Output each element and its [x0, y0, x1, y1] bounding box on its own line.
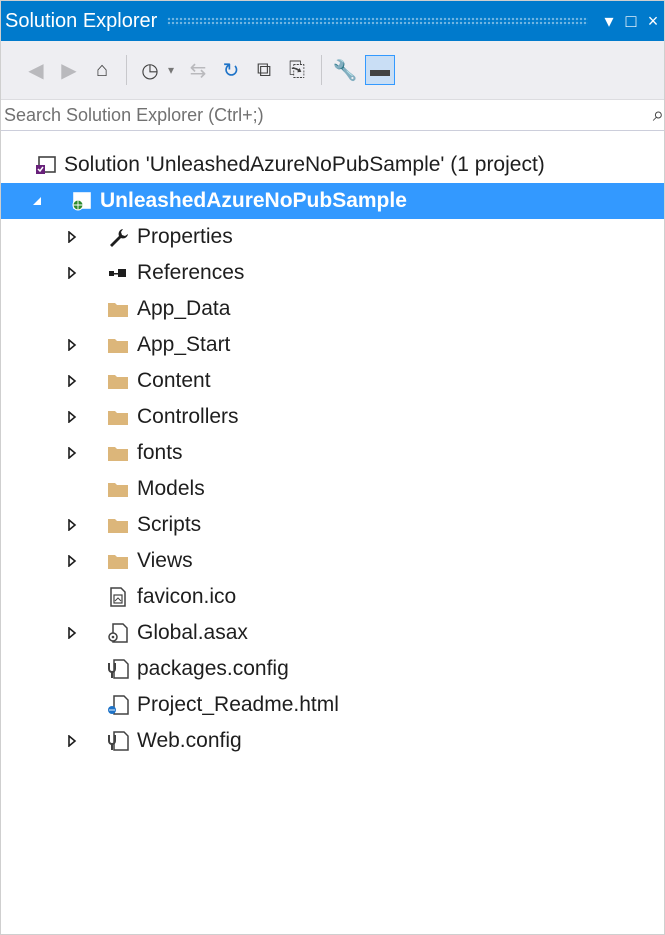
folder-icon: [107, 299, 129, 319]
collapsed-arrow-icon[interactable]: [65, 363, 79, 399]
tree-item-label: References: [137, 261, 245, 284]
folder-icon: [107, 371, 129, 391]
properties-wrench-icon[interactable]: 🔧: [332, 54, 358, 86]
tree-item-label: packages.config: [137, 657, 289, 680]
filter-dropdown-icon[interactable]: ▾: [164, 54, 178, 86]
refresh-icon[interactable]: ↻: [218, 54, 244, 86]
expanded-arrow-icon[interactable]: [30, 183, 44, 219]
tree-item-label: Scripts: [137, 513, 202, 536]
folder-icon: [107, 551, 129, 571]
solution-explorer-window: Solution Explorer ▾ □ × ◀▶⌂◷▾⇆↻⧉⎘🔧▬ ⌕ So…: [0, 0, 665, 935]
tree-item[interactable]: Models: [1, 471, 664, 507]
collapsed-arrow-icon[interactable]: [65, 255, 79, 291]
tree-item[interactable]: packages.config: [1, 651, 664, 687]
toolbar-separator: [321, 55, 322, 85]
tree-item-label: Properties: [137, 225, 233, 248]
tree-item[interactable]: Project_Readme.html: [1, 687, 664, 723]
toolbar-separator: [126, 55, 127, 85]
tree-item[interactable]: favicon.ico: [1, 579, 664, 615]
folder-icon: [107, 515, 129, 535]
tree-item-label: Controllers: [137, 405, 239, 428]
home-icon[interactable]: ⌂: [89, 54, 115, 86]
tree-item-label: App_Data: [137, 297, 231, 320]
tree-item-label: App_Start: [137, 333, 231, 356]
tree-item-label: UnleashedAzureNoPubSample: [100, 189, 407, 212]
collapsed-arrow-icon[interactable]: [65, 435, 79, 471]
tree-item[interactable]: App_Data: [1, 291, 664, 327]
forward-icon[interactable]: ▶: [56, 54, 82, 86]
collapsed-arrow-icon[interactable]: [65, 615, 79, 651]
search-input[interactable]: [4, 104, 628, 126]
maximize-icon[interactable]: □: [620, 1, 642, 41]
web-project-icon: [70, 191, 92, 211]
tree-item-label: fonts: [137, 441, 183, 464]
collapsed-arrow-icon[interactable]: [65, 723, 79, 759]
asax-file-icon: [107, 623, 129, 643]
project-node[interactable]: UnleashedAzureNoPubSample: [1, 183, 664, 219]
tree-item-label: Views: [137, 549, 193, 572]
tree-item[interactable]: References: [1, 255, 664, 291]
folder-icon: [107, 335, 129, 355]
preview-selected-items-icon[interactable]: ▬: [365, 55, 395, 85]
tree-item[interactable]: Scripts: [1, 507, 664, 543]
tree-item-label: Content: [137, 369, 211, 392]
references-icon: [107, 263, 129, 283]
tree-item-label: Global.asax: [137, 621, 248, 644]
close-icon[interactable]: ×: [642, 1, 664, 41]
solution-node[interactable]: Solution 'UnleashedAzureNoPubSample' (1 …: [1, 147, 664, 183]
solution-icon: [35, 155, 57, 175]
title-bar: Solution Explorer ▾ □ ×: [1, 1, 664, 41]
image-file-icon: [107, 587, 129, 607]
collapsed-arrow-icon[interactable]: [65, 399, 79, 435]
pending-changes-filter-icon[interactable]: ◷: [137, 54, 163, 86]
toolbar: ◀ ▶ ⌂ ◷ ▾ ⇆ ↻ ⧉ ⎘ 🔧 ▬: [1, 41, 664, 100]
solution-tree: Solution 'UnleashedAzureNoPubSample' (1 …: [1, 131, 664, 759]
html-file-icon: [107, 695, 129, 715]
collapsed-arrow-icon[interactable]: [65, 219, 79, 255]
config-file-icon: [107, 659, 129, 679]
tree-item[interactable]: Global.asax: [1, 615, 664, 651]
folder-icon: [107, 407, 129, 427]
collapsed-arrow-icon[interactable]: [65, 543, 79, 579]
tree-item-label: Web.config: [137, 729, 242, 752]
sync-with-active-document-icon[interactable]: ⇆: [185, 54, 211, 86]
collapsed-arrow-icon[interactable]: [65, 327, 79, 363]
tree-item[interactable]: Controllers: [1, 399, 664, 435]
window-position-dropdown-icon[interactable]: ▾: [598, 1, 620, 41]
tree-item[interactable]: Content: [1, 363, 664, 399]
tree-item[interactable]: Web.config: [1, 723, 664, 759]
tree-item[interactable]: App_Start: [1, 327, 664, 363]
tree-item[interactable]: Views: [1, 543, 664, 579]
tree-item[interactable]: fonts: [1, 435, 664, 471]
tree-item-label: favicon.ico: [137, 585, 237, 608]
show-all-files-icon[interactable]: ⎘: [284, 54, 310, 86]
back-icon[interactable]: ◀: [23, 54, 49, 86]
config-file-icon: [107, 731, 129, 751]
window-title: Solution Explorer: [5, 9, 158, 32]
drag-grip[interactable]: [167, 16, 588, 26]
tree-item[interactable]: Properties: [1, 219, 664, 255]
tree-item-label: Project_Readme.html: [137, 693, 339, 716]
collapse-all-icon[interactable]: ⧉: [251, 54, 277, 86]
search-icon[interactable]: ⌕: [628, 104, 664, 127]
search-bar: ⌕: [1, 100, 664, 131]
tree-item-label: Models: [137, 477, 205, 500]
folder-icon: [107, 443, 129, 463]
folder-icon: [107, 479, 129, 499]
collapsed-arrow-icon[interactable]: [65, 507, 79, 543]
wrench-icon: [107, 227, 129, 247]
tree-item-label: Solution 'UnleashedAzureNoPubSample' (1 …: [64, 153, 545, 176]
